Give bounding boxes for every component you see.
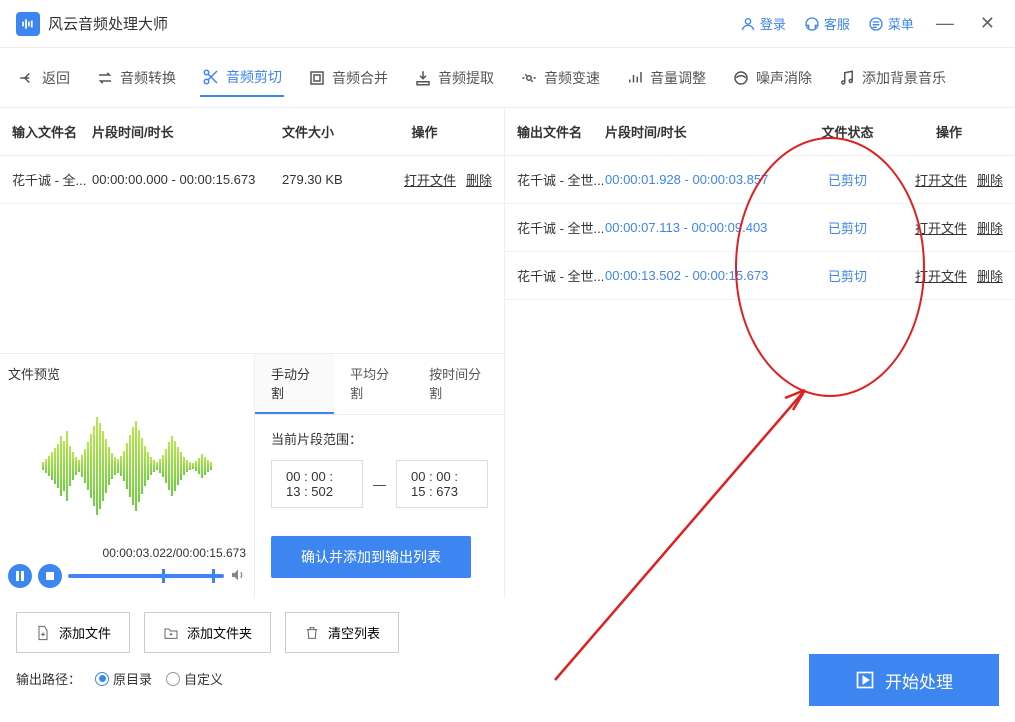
tool-cut[interactable]: 音频剪切 — [200, 59, 284, 97]
open-file-link[interactable]: 打开文件 — [404, 170, 456, 189]
start-process-button[interactable]: 开始处理 — [809, 654, 999, 706]
range-label: 当前片段范围： — [271, 429, 488, 448]
tab-time-split[interactable]: 按时间分割 — [413, 354, 504, 414]
range-to-input[interactable]: 00 : 00 : 15 : 673 — [396, 460, 488, 508]
output-row: 花千诚 - 全世... 00:00:01.928 - 00:00:03.857 … — [505, 156, 1015, 204]
delete-link[interactable]: 删除 — [977, 170, 1003, 189]
stop-button[interactable] — [38, 564, 62, 588]
tool-extract[interactable]: 音频提取 — [412, 60, 496, 96]
input-size: 279.30 KB — [282, 172, 357, 187]
output-time: 00:00:13.502 - 00:00:15.673 — [605, 268, 800, 283]
range-from-input[interactable]: 00 : 00 : 13 : 502 — [271, 460, 363, 508]
volume-icon[interactable] — [230, 567, 246, 586]
convert-icon — [96, 69, 114, 87]
volume-icon — [626, 69, 644, 87]
app-title: 风云音频处理大师 — [48, 13, 168, 34]
arrow-left-icon — [18, 69, 36, 87]
music-icon — [838, 69, 856, 87]
input-table-header: 输入文件名 片段时间/时长 文件大小 操作 — [0, 108, 504, 156]
preview-title: 文件预览 — [8, 364, 246, 383]
merge-icon — [308, 69, 326, 87]
open-file-link[interactable]: 打开文件 — [915, 266, 967, 285]
delete-link[interactable]: 删除 — [466, 170, 492, 189]
tool-convert[interactable]: 音频转换 — [94, 60, 178, 96]
output-row: 花千诚 - 全世... 00:00:13.502 - 00:00:15.673 … — [505, 252, 1015, 300]
output-filename: 花千诚 - 全世... — [517, 218, 605, 237]
denoise-icon — [732, 69, 750, 87]
service-label: 客服 — [824, 14, 850, 33]
tool-volume[interactable]: 音量调整 — [624, 60, 708, 96]
radio-original-dir[interactable]: 原目录 — [95, 669, 152, 688]
output-filename: 花千诚 - 全世... — [517, 170, 605, 189]
output-status: 已剪切 — [800, 218, 895, 237]
speed-icon — [520, 69, 538, 87]
trash-icon — [304, 625, 320, 641]
output-time: 00:00:01.928 - 00:00:03.857 — [605, 172, 800, 187]
pause-button[interactable] — [8, 564, 32, 588]
delete-link[interactable]: 删除 — [977, 218, 1003, 237]
playback-time: 00:00:03.022/00:00:15.673 — [8, 542, 246, 564]
tool-bgm[interactable]: 添加背景音乐 — [836, 60, 948, 96]
open-file-link[interactable]: 打开文件 — [915, 170, 967, 189]
output-path-label: 输出路径： — [16, 669, 81, 688]
scissors-icon — [202, 68, 220, 86]
radio-custom-dir[interactable]: 自定义 — [166, 669, 223, 688]
output-filename: 花千诚 - 全世... — [517, 266, 605, 285]
tool-merge[interactable]: 音频合并 — [306, 60, 390, 96]
playback-slider[interactable] — [68, 574, 224, 578]
login-button[interactable]: 登录 — [740, 14, 786, 33]
add-folder-button[interactable]: 添加文件夹 — [144, 612, 271, 653]
tab-even-split[interactable]: 平均分割 — [334, 354, 413, 414]
output-table-header: 输出文件名 片段时间/时长 文件状态 操作 — [505, 108, 1015, 156]
input-row: 花千诚 - 全... 00:00:00.000 - 00:00:15.673 2… — [0, 156, 504, 204]
add-file-button[interactable]: 添加文件 — [16, 612, 130, 653]
waveform — [8, 389, 246, 542]
output-row: 花千诚 - 全世... 00:00:07.113 - 00:00:09.403 … — [505, 204, 1015, 252]
close-icon[interactable]: ✕ — [976, 13, 999, 34]
tool-speed[interactable]: 音频变速 — [518, 60, 602, 96]
clear-list-button[interactable]: 清空列表 — [285, 612, 399, 653]
play-icon — [855, 670, 875, 690]
minimize-icon[interactable]: — — [932, 13, 958, 34]
output-status: 已剪切 — [800, 266, 895, 285]
back-button[interactable]: 返回 — [16, 60, 72, 96]
menu-label: 菜单 — [888, 14, 914, 33]
delete-link[interactable]: 删除 — [977, 266, 1003, 285]
folder-plus-icon — [163, 625, 179, 641]
input-time: 00:00:00.000 - 00:00:15.673 — [92, 172, 282, 187]
menu-button[interactable]: 菜单 — [868, 14, 914, 33]
app-logo-icon — [16, 12, 40, 36]
service-button[interactable]: 客服 — [804, 14, 850, 33]
input-filename: 花千诚 - 全... — [12, 170, 92, 189]
tool-denoise[interactable]: 噪声消除 — [730, 60, 814, 96]
open-file-link[interactable]: 打开文件 — [915, 218, 967, 237]
output-time: 00:00:07.113 - 00:00:09.403 — [605, 220, 800, 235]
extract-icon — [414, 69, 432, 87]
file-plus-icon — [35, 625, 51, 641]
login-label: 登录 — [760, 14, 786, 33]
confirm-add-button[interactable]: 确认并添加到输出列表 — [271, 536, 471, 578]
tab-manual-split[interactable]: 手动分割 — [255, 354, 334, 414]
output-status: 已剪切 — [800, 170, 895, 189]
